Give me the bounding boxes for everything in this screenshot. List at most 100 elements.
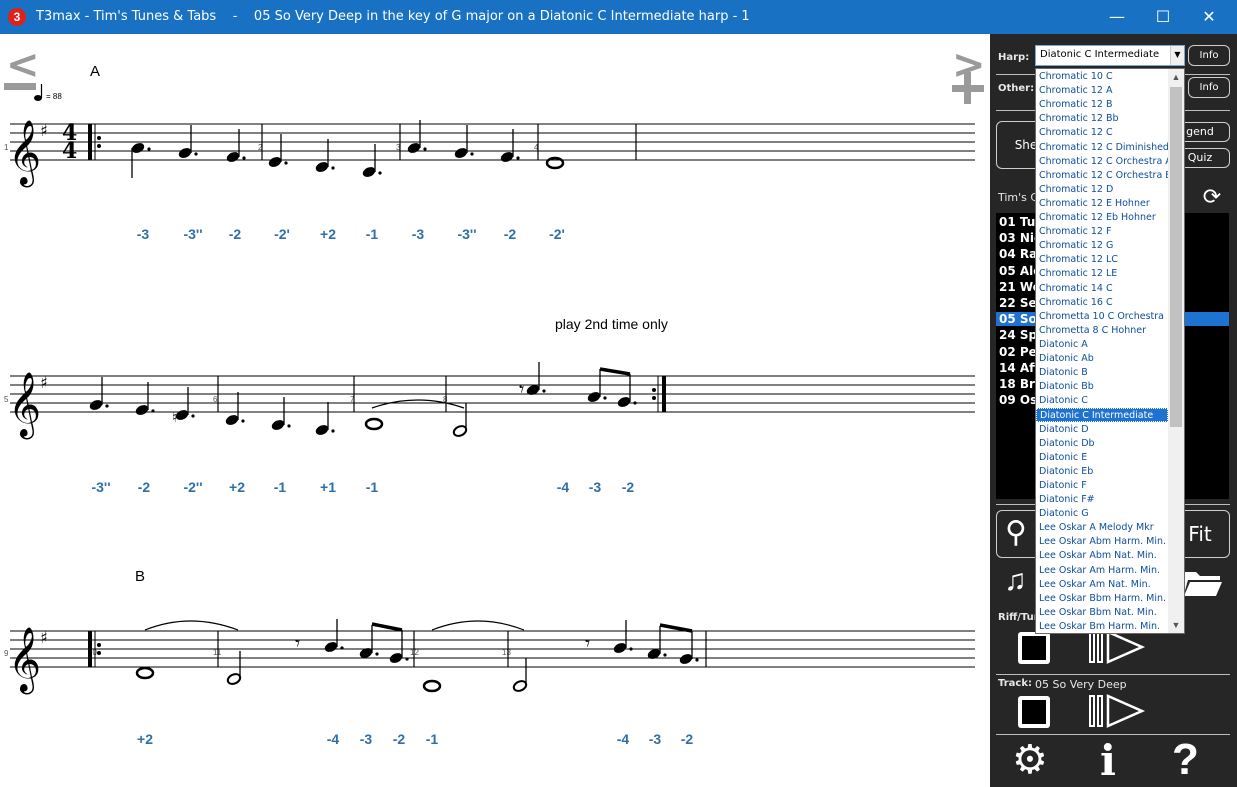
note-dot — [470, 152, 474, 156]
harp-option[interactable]: Diatonic Eb — [1036, 465, 1168, 479]
harp-option[interactable]: Chromatic 12 B — [1036, 98, 1168, 112]
harp-option[interactable]: Diatonic B — [1036, 366, 1168, 380]
tims-list-label: Tim's C — [998, 191, 1039, 204]
harp-option[interactable]: Chromatic 12 E Hohner — [1036, 197, 1168, 211]
eighth-rest-icon: 𝄾 — [519, 377, 524, 401]
harp-option[interactable]: Chromatic 14 C — [1036, 282, 1168, 296]
measure-number: 5 — [4, 395, 9, 404]
harp-option[interactable]: Chrometta 8 C Hohner — [1036, 324, 1168, 338]
harp-option[interactable]: Chromatic 12 Eb Hohner — [1036, 211, 1168, 225]
harp-select[interactable]: Diatonic C Intermediate ▼ — [1035, 45, 1185, 66]
previous-page-icon[interactable]: < — [6, 42, 40, 88]
harp-option[interactable]: Chromatic 12 C Diminished — [1036, 141, 1168, 155]
maximize-button[interactable]: ☐ — [1140, 0, 1186, 34]
harp-option[interactable]: Lee Oskar A Melody Mkr — [1036, 521, 1168, 535]
harp-dropdown-list[interactable]: Chromatic 10 C Chromatic 12 A Chromatic 12… — [1035, 68, 1185, 634]
harp-option[interactable]: Lee Oskar Am Nat. Min. — [1036, 578, 1168, 592]
harp-option[interactable]: Lee Oskar Abm Harm. Min. — [1036, 535, 1168, 549]
harp-option[interactable]: Diatonic D — [1036, 423, 1168, 437]
repeat-start-barline — [88, 124, 92, 160]
harp-option[interactable]: Diatonic G — [1036, 507, 1168, 521]
harmonica-tab: -2 — [138, 479, 151, 495]
scrollbar-thumb[interactable] — [1170, 87, 1182, 427]
harp-option[interactable]: Chromatic 12 A — [1036, 84, 1168, 98]
repeat-dot — [97, 651, 101, 655]
harp-option[interactable]: Chromatic 12 D — [1036, 183, 1168, 197]
harp-option[interactable]: Diatonic C — [1036, 394, 1168, 408]
note-dot — [378, 171, 382, 175]
harp-option[interactable]: Lee Oskar Abm Nat. Min. — [1036, 549, 1168, 563]
harp-option[interactable]: Chromatic 12 LC — [1036, 253, 1168, 267]
music-note-icon[interactable]: ♫ — [1004, 564, 1027, 598]
harp-option[interactable]: Lee Oskar Bm Harm. Min. — [1036, 620, 1168, 633]
harp-option[interactable]: Diatonic Ab — [1036, 352, 1168, 366]
key-signature-sharp-icon: ♯ — [40, 121, 48, 140]
sheet-music-area[interactable]: < > = 88 A Bplay 2nd time only 𝄞 ♯ 1 2 3 4 𝄞 ♯ 5 6 7 8 𝄞 ♯… — [0, 34, 990, 787]
stop-track-icon[interactable] — [1018, 696, 1050, 728]
scroll-up-icon[interactable]: ▲ — [1168, 69, 1184, 85]
harp-option[interactable]: Chromatic 12 C Orchestra B — [1036, 169, 1168, 183]
harp-option[interactable]: Diatonic F# — [1036, 493, 1168, 507]
close-button[interactable]: ✕ — [1186, 0, 1232, 34]
settings-gear-icon[interactable]: ⚙ — [1012, 738, 1048, 782]
stop-riff-icon[interactable] — [1018, 632, 1050, 664]
note-dot — [331, 429, 335, 433]
minimize-button[interactable]: — — [1094, 0, 1140, 34]
eighth-rest-icon: 𝄾 — [585, 631, 590, 655]
help-question-icon[interactable]: ? — [1172, 736, 1199, 784]
harmonica-tab: -3 — [412, 226, 425, 242]
dropdown-scrollbar[interactable]: ▲ ▼ — [1168, 69, 1184, 633]
key-signature-sharp-icon: ♯ — [40, 628, 48, 647]
zoom-out-icon[interactable] — [4, 83, 36, 90]
harp-option[interactable]: Diatonic A — [1036, 338, 1168, 352]
harp-info-button[interactable]: Info — [1188, 45, 1230, 66]
harp-option[interactable]: Chromatic 12 F — [1036, 225, 1168, 239]
harp-option[interactable]: Chromatic 12 Bb — [1036, 112, 1168, 126]
harp-option[interactable]: Lee Oskar Am Harm. Min. — [1036, 564, 1168, 578]
harp-option[interactable]: Diatonic F — [1036, 479, 1168, 493]
window-title: T3max - Tim's Tunes & Tabs - 05 So Very … — [36, 9, 750, 24]
harp-option[interactable]: Diatonic Db — [1036, 437, 1168, 451]
whole-note — [135, 666, 155, 680]
chevron-down-icon[interactable]: ▼ — [1170, 46, 1184, 65]
harp-select-value: Diatonic C Intermediate — [1040, 49, 1160, 60]
harp-option[interactable]: Chromatic 10 C — [1036, 70, 1168, 84]
other-info-button[interactable]: Info — [1188, 77, 1230, 98]
note-dot — [151, 409, 155, 413]
repeat-dot — [652, 388, 656, 392]
harmonica-tab: -3 — [137, 226, 150, 242]
folder-icon[interactable] — [1182, 566, 1224, 596]
scroll-down-icon[interactable]: ▼ — [1168, 617, 1184, 633]
play-track-icon[interactable] — [1088, 694, 1146, 728]
magnifier-icon: ⚲ — [1005, 515, 1027, 550]
note-dot — [105, 404, 109, 408]
natural-sign-icon: ♮ — [172, 410, 177, 426]
note-beam — [659, 623, 693, 633]
refresh-icon[interactable]: ⟳ — [1198, 184, 1226, 210]
harp-option[interactable]: Chromatic 12 C — [1036, 126, 1168, 140]
harp-option[interactable]: Lee Oskar Bbm Nat. Min. — [1036, 606, 1168, 620]
harp-option[interactable]: Chromatic 12 LE — [1036, 267, 1168, 281]
note-dot — [542, 389, 546, 393]
tie-curve — [144, 620, 239, 631]
harp-label: Harp: — [998, 52, 1030, 63]
repeat-dot — [97, 144, 101, 148]
harp-option[interactable]: Chromatic 12 G — [1036, 239, 1168, 253]
harp-option[interactable]: Chromatic 12 C Orchestra A — [1036, 155, 1168, 169]
harp-option[interactable]: Chrometta 10 C Orchestra — [1036, 310, 1168, 324]
harp-option[interactable]: Lee Oskar Bbm Harm. Min. — [1036, 592, 1168, 606]
harp-option[interactable]: Chromatic 16 C — [1036, 296, 1168, 310]
harp-option[interactable]: Diatonic E — [1036, 451, 1168, 465]
harmonica-tab: -2 — [622, 479, 635, 495]
repeat-dot — [97, 136, 101, 140]
harp-option[interactable]: Diatonic C Intermediate — [1036, 408, 1168, 423]
measure-number: 9 — [4, 649, 9, 658]
song-list-item[interactable]: 14 Aft — [999, 361, 1040, 375]
info-icon[interactable]: i — [1100, 738, 1116, 784]
play-riff-icon[interactable] — [1088, 630, 1146, 664]
harp-option[interactable]: Diatonic Bb — [1036, 380, 1168, 394]
note-beam — [599, 367, 631, 376]
note-dot — [241, 419, 245, 423]
note-dot — [629, 647, 633, 651]
harmonica-tab: -2 — [393, 731, 406, 747]
